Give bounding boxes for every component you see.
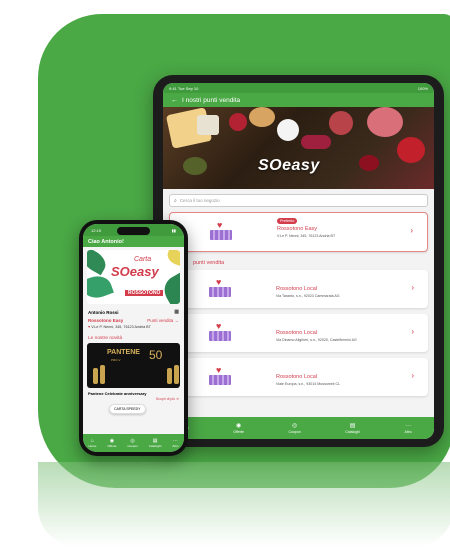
store-name: Rossotono Easy <box>277 226 318 232</box>
tab-more[interactable]: ··· Altro <box>172 438 178 448</box>
store-card[interactable]: ♥ Rossotono Local Viale Europa, s.n., 93… <box>169 358 428 396</box>
tomatoes-image <box>397 137 425 163</box>
store-search-input[interactable]: ⌕ Cerca il tuo negozio <box>169 194 428 207</box>
phone-notch <box>117 227 150 235</box>
preferred-badge: Preferito <box>277 218 298 224</box>
phone-tab-bar: ⌂ Home ◉ Offerte ◎ Coupon ▤ Cataloghi ··· Alt… <box>83 434 184 452</box>
card-speedy-button[interactable]: CARTA SPEEDY <box>109 404 146 414</box>
loyalty-card[interactable]: Carta SOeasy ROSSOTONO <box>87 250 180 304</box>
leaf-decoration <box>87 271 114 303</box>
phone-store-name: Rossotono Easy <box>88 318 124 323</box>
card-brand: ROSSOTONO <box>125 290 164 296</box>
tablet-tab-bar: ⌂ ◉Offerte ◎Coupon ▤Cataloghi ···Altro <box>163 417 434 439</box>
tablet-screen: 9:41 Tue Sep 10 100% ← I nostri punti ve… <box>163 83 434 439</box>
tab-catalog[interactable]: ▤ Cataloghi <box>149 438 162 448</box>
card-carta-label: Carta <box>134 256 152 263</box>
store-address: Via Taranto, s.n., 92023 Cammarata AG <box>276 294 340 298</box>
mozzarella-image <box>277 119 299 141</box>
hero-banner: SOeasy <box>163 107 434 189</box>
search-icon: ⌕ <box>174 197 177 204</box>
tablet-device: 9:41 Tue Sep 10 100% ← I nostri punti ve… <box>153 75 444 447</box>
chevron-right-icon: › <box>411 283 414 292</box>
phone-store-row[interactable]: Rossotono Easy Punti vendita → ♥ V.Le P.… <box>83 317 184 333</box>
tablet-header: ← I nostri punti vendita <box>163 93 434 107</box>
grapes-image <box>301 135 331 149</box>
card-logo: SOeasy <box>111 264 159 279</box>
store-logo-icon: ♥ <box>209 366 231 386</box>
bluecheese-image <box>197 115 219 135</box>
bottle-image <box>100 365 105 384</box>
salami-image <box>329 111 353 135</box>
bread-image <box>249 107 275 127</box>
phone-store-address: ♥ V.Le P. Nenni, 345, 76123 Andria BT <box>88 325 151 329</box>
cherries-image <box>359 155 379 171</box>
promo-sub: PRO-V <box>111 358 121 362</box>
stores-section-title: punti vendita <box>193 260 225 266</box>
offers-icon: ◉ <box>236 422 242 429</box>
tab-coupon[interactable]: ◎ Coupon <box>127 438 138 448</box>
background-reflection <box>38 462 450 547</box>
catalog-icon: ▤ <box>349 422 356 429</box>
store-logo-icon: ♥ <box>210 221 232 241</box>
signal-icon: ▮▮ <box>171 227 176 233</box>
tab-catalog[interactable]: ▤ Cataloghi <box>345 423 360 434</box>
preferred-store-card[interactable]: ♥ Preferito Rossotono Easy V.Le P. Nenni… <box>169 212 428 252</box>
phone-status-time: 12:15 <box>91 227 102 233</box>
store-address: V.Le P. Nenni, 345, 76123 Andria BT <box>277 234 336 238</box>
berries-image <box>229 113 247 131</box>
promo-banner[interactable]: PANTENE PRO-V 50 <box>87 343 180 388</box>
chevron-right-icon: › <box>410 226 413 235</box>
phone-device: 12:15 ▮▮ Ciao Antonio! Carta SOeasy ROSS… <box>79 220 188 456</box>
tablet-status-bar: 9:41 Tue Sep 10 100% <box>163 83 434 93</box>
store-name: Rossotono Local <box>276 374 317 380</box>
bottle-image <box>93 368 98 384</box>
user-row: Antonio Rossi ▦ <box>83 307 184 317</box>
chevron-right-icon: › <box>411 371 414 380</box>
store-address: Viale Europa, s.n., 93014 Mussomeli CL <box>276 382 341 386</box>
chevron-right-icon: › <box>411 327 414 336</box>
olives-image <box>183 157 207 175</box>
bottle-image <box>167 368 172 384</box>
store-logo-icon: ♥ <box>209 278 231 298</box>
ham-image <box>367 107 403 137</box>
back-arrow-icon[interactable]: ← <box>171 97 178 104</box>
more-icon: ··· <box>405 422 412 429</box>
promo-title: Pantene Celebrate anniversary <box>88 391 147 396</box>
tab-home[interactable]: ⌂ Home <box>88 438 96 448</box>
tab-coupon[interactable]: ◎ Coupon <box>288 423 300 434</box>
search-placeholder: Cerca il tuo negozio <box>179 198 220 203</box>
tablet-status-time: 9:41 Tue Sep 10 <box>169 85 199 91</box>
tablet-header-title: I nostri punti vendita <box>182 96 241 104</box>
store-name: Rossotono Local <box>276 286 317 292</box>
phone-greeting: Ciao Antonio! <box>83 236 184 247</box>
user-name: Antonio Rossi <box>88 309 119 315</box>
store-logo-icon: ♥ <box>209 322 231 342</box>
discover-more-link[interactable]: Scopri di più ➜ <box>83 396 184 402</box>
qr-code-icon[interactable]: ▦ <box>174 309 179 315</box>
tablet-battery: 100% <box>417 85 428 91</box>
phone-screen: 12:15 ▮▮ Ciao Antonio! Carta SOeasy ROSS… <box>83 224 184 452</box>
stores-link[interactable]: Punti vendita → <box>147 318 179 323</box>
store-card[interactable]: ♥ Rossotono Local Via Taranto, s.n., 920… <box>169 270 428 308</box>
leaf-decoration <box>165 250 180 267</box>
tab-more[interactable]: ··· Altro <box>405 423 412 434</box>
tab-offers[interactable]: ◉ Offerte <box>107 438 116 448</box>
promo-anniversary: 50 <box>149 348 163 362</box>
bottle-image <box>174 365 179 384</box>
coupon-icon: ◎ <box>291 422 298 429</box>
promo-brand: PANTENE <box>107 349 140 356</box>
store-address: Via Dinamo Alighieri, s.n., 92020, Caste… <box>276 338 357 342</box>
news-title: Le nostre novità <box>88 336 123 341</box>
store-name: Rossotono Local <box>276 330 317 336</box>
store-card[interactable]: ♥ Rossotono Local Via Dinamo Alighieri, … <box>169 314 428 352</box>
leaf-decoration <box>159 272 180 304</box>
leaf-decoration <box>87 250 110 276</box>
hero-logo: SOeasy <box>258 157 320 174</box>
tab-offers[interactable]: ◉ Offerte <box>233 423 244 434</box>
